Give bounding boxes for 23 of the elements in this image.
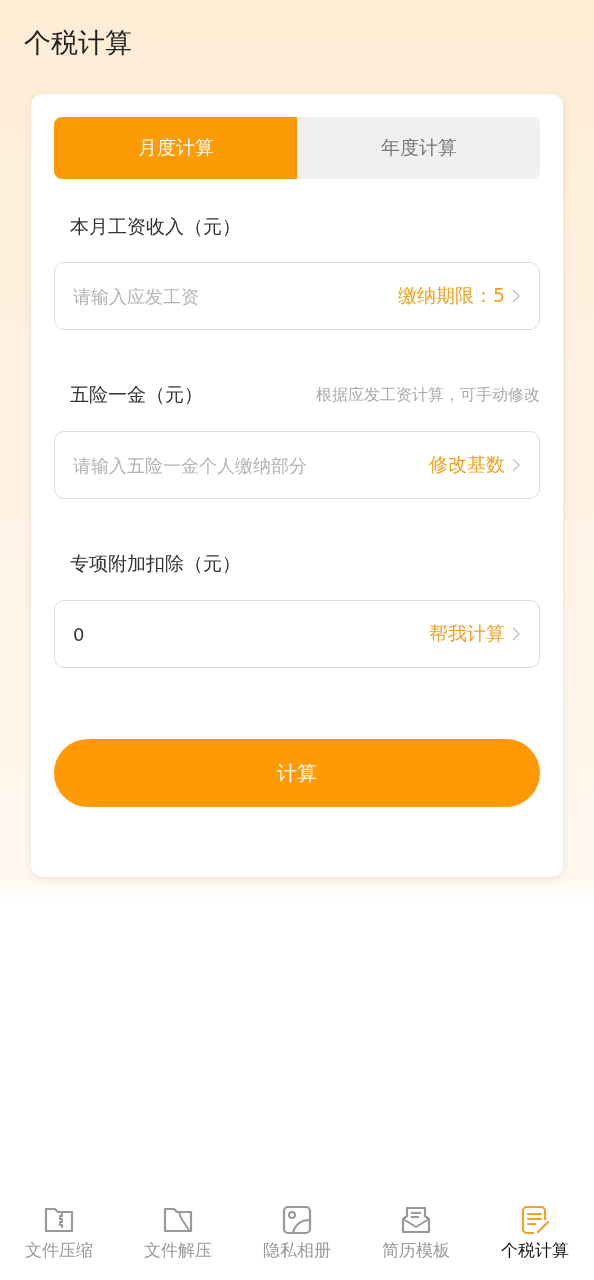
tab[interactable]: 月度计算 [54, 117, 297, 179]
page-title: 个税计算 [24, 26, 132, 60]
image-icon [281, 1204, 313, 1236]
input-field[interactable]: 请输入五险一金个人缴纳部分 [73, 454, 429, 476]
nav-tab[interactable]: 隐私相册 [237, 1194, 357, 1280]
input-field[interactable]: 请输入应发工资 [73, 285, 398, 307]
chevron-right-icon [511, 626, 521, 642]
field-action-link[interactable]: 缴纳期限：5 [397, 283, 521, 309]
chevron-right-icon [511, 288, 521, 304]
field-action-link[interactable]: 帮我计算 [429, 621, 521, 647]
input-field[interactable]: 0 [73, 623, 429, 645]
nav-tab[interactable]: 个税计算 [475, 1194, 594, 1280]
calculate-button[interactable]: 计算 [54, 739, 540, 807]
field-label: 五险一金（元） [70, 382, 203, 407]
nav-tab[interactable]: 文件解压 [118, 1194, 238, 1280]
field-label: 专项附加扣除（元） [70, 551, 241, 576]
field-action-link[interactable]: 修改基数 [429, 452, 521, 478]
nav-tab[interactable]: 简历模板 [356, 1194, 476, 1280]
field-label: 本月工资收入（元） [70, 214, 241, 239]
envelope-icon [399, 1204, 432, 1236]
field-hint: 根据应发工资计算，可手动修改 [316, 384, 540, 406]
chevron-right-icon [511, 457, 521, 473]
nav-tab[interactable]: 文件压缩 [0, 1194, 119, 1280]
